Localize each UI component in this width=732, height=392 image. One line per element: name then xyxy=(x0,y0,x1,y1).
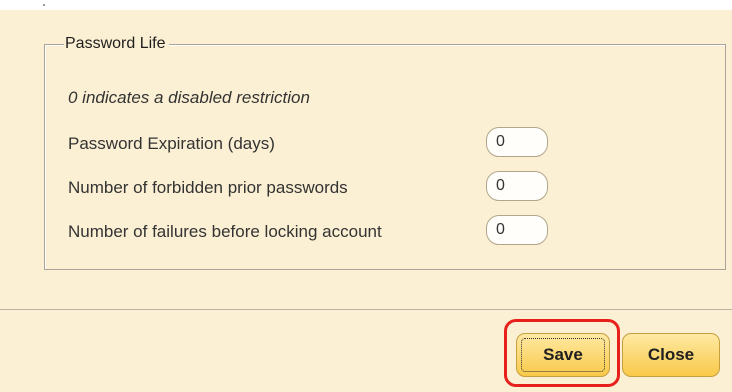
failures-before-lock-label: Number of failures before locking accoun… xyxy=(68,222,382,241)
password-expiration-input[interactable] xyxy=(486,127,548,157)
top-strip xyxy=(0,0,732,10)
forbidden-prior-passwords-input[interactable] xyxy=(486,171,548,201)
failures-before-lock-input[interactable] xyxy=(486,215,548,245)
disabled-restriction-hint: 0 indicates a disabled restriction xyxy=(68,88,310,107)
footer-separator xyxy=(0,309,732,310)
divider-dot xyxy=(43,4,45,6)
close-button[interactable]: Close xyxy=(622,333,720,377)
settings-panel: Password Life 0 indicates a disabled res… xyxy=(0,0,732,392)
group-title: Password Life xyxy=(64,35,169,53)
forbidden-prior-passwords-label: Number of forbidden prior passwords xyxy=(68,178,348,197)
save-button-highlight xyxy=(504,319,620,387)
close-button-label: Close xyxy=(647,345,695,364)
password-expiration-label: Password Expiration (days) xyxy=(68,134,275,153)
